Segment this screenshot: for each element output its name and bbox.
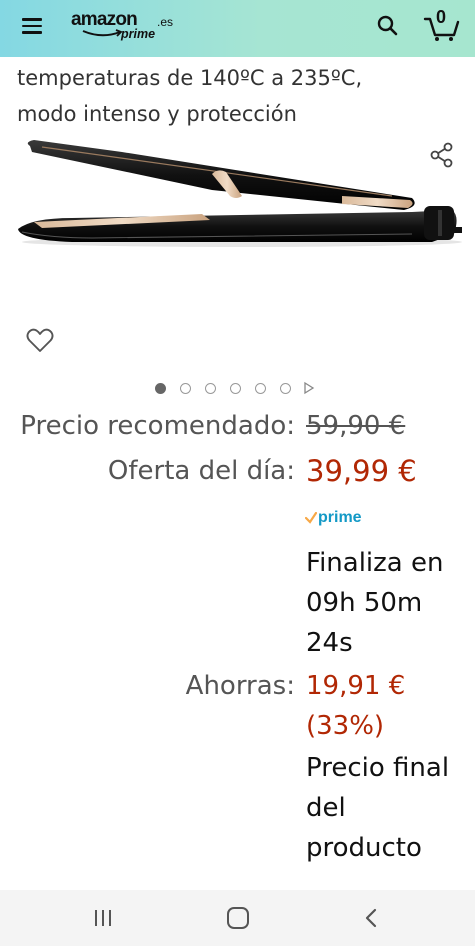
deal-countdown-line: 09h 50m <box>306 588 423 618</box>
savings-percent: (33%) <box>306 711 385 741</box>
savings-label: Ahorras: <box>185 671 295 701</box>
product-title-line: modo intenso y protección <box>17 102 297 126</box>
menu-button[interactable] <box>20 15 46 37</box>
menu-icon-bar <box>22 18 42 21</box>
share-button[interactable] <box>428 141 456 169</box>
final-price-note: Precio final del producto <box>306 748 449 868</box>
back-button[interactable] <box>361 907 381 929</box>
logo-prime: prime <box>121 27 156 41</box>
home-button[interactable] <box>227 907 249 929</box>
cart-button[interactable]: 0 <box>423 7 461 43</box>
heart-icon <box>26 328 54 352</box>
smile-arrow-icon <box>82 29 123 37</box>
amazon-prime-logo[interactable]: amazon .es prime <box>70 8 180 48</box>
final-price-note-line: Precio final <box>306 753 450 783</box>
system-navigation-bar <box>0 890 475 946</box>
menu-icon-bar <box>22 31 42 34</box>
savings-value: 19,91 € (33%) <box>306 666 405 746</box>
prime-check-icon <box>305 512 317 524</box>
carousel-dot[interactable] <box>155 383 166 394</box>
back-icon <box>365 908 377 928</box>
product-title: temperaturas de 140ºC a 235ºC, modo inte… <box>17 60 457 132</box>
deal-countdown: Finaliza en 09h 50m 24s <box>306 543 443 663</box>
prime-label: prime <box>318 509 362 526</box>
carousel-dot[interactable] <box>280 383 291 394</box>
list-price-label: Precio recomendado: <box>20 411 295 441</box>
carousel-dot[interactable] <box>230 383 241 394</box>
deal-countdown-line: 24s <box>306 628 353 658</box>
cart-count-badge: 0 <box>436 7 447 27</box>
product-title-line: temperaturas de 140ºC a 235ºC, <box>17 66 363 90</box>
top-nav-bar: amazon .es prime 0 <box>0 0 475 57</box>
deal-price-value: 39,99 € <box>306 454 417 488</box>
search-button[interactable] <box>375 13 401 39</box>
recent-apps-icon <box>109 910 111 926</box>
carousel-dot[interactable] <box>255 383 266 394</box>
share-icon <box>430 142 453 168</box>
final-price-note-line: producto <box>306 833 422 863</box>
deal-price-label: Oferta del día: <box>107 456 295 486</box>
menu-icon-bar <box>22 24 42 28</box>
product-image[interactable] <box>12 134 464 254</box>
carousel-next-icon[interactable] <box>303 381 315 395</box>
carousel-dot[interactable] <box>205 383 216 394</box>
savings-amount: 19,91 € <box>306 671 406 701</box>
recent-apps-button[interactable] <box>92 908 116 928</box>
recent-apps-icon <box>95 910 97 926</box>
final-price-note-line: del <box>306 793 346 823</box>
recent-apps-icon <box>102 910 104 926</box>
logo-domain: .es <box>157 15 174 29</box>
carousel-dot[interactable] <box>180 383 191 394</box>
deal-countdown-line: Finaliza en <box>306 548 444 578</box>
list-price-value: 59,90 € <box>306 411 406 441</box>
wishlist-button[interactable] <box>25 326 55 354</box>
search-icon <box>377 15 398 36</box>
